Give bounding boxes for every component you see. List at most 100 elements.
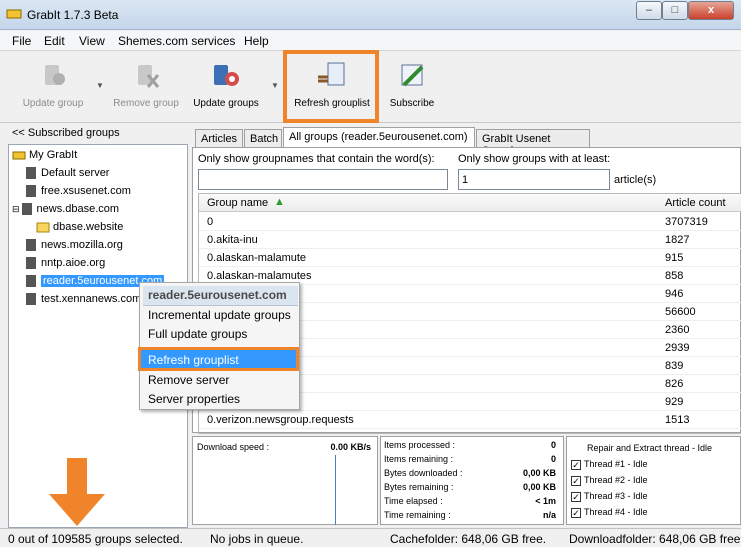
orange-down-arrow-icon [49, 458, 105, 526]
tree-item-group[interactable]: dbase.website [36, 219, 123, 237]
col-article-count[interactable]: Article count [665, 197, 726, 209]
server-icon [26, 185, 36, 198]
download-speed-box: Download speed : 0.00 KB/s [192, 436, 378, 525]
speed-graph-line [335, 455, 336, 525]
status-jobs: No jobs in queue. [210, 532, 304, 546]
subscribe-icon [401, 64, 424, 87]
update-groups-icon [214, 65, 239, 86]
group-name-cell: 0.alaskan-malamutes [207, 270, 312, 282]
server-icon [26, 167, 36, 180]
article-count-cell: 3707319 [665, 216, 708, 228]
thread-row[interactable]: ✓ Thread #2 - Idle [571, 475, 648, 486]
window-title: GrabIt 1.7.3 Beta [27, 8, 119, 22]
sort-ascending-icon: ▲ [274, 196, 285, 208]
menu-shemes-services[interactable]: Shemes.com services [118, 34, 235, 48]
update-groups-button[interactable]: Update groups [190, 59, 262, 109]
thread-row[interactable]: ✓ Thread #1 - Idle [571, 459, 648, 470]
tab-articles[interactable]: Articles [195, 129, 243, 148]
table-row[interactable]: 0.verizon.newsgroup.requests 1513 [199, 411, 741, 429]
tree-item-server[interactable]: news.mozilla.org [24, 237, 123, 255]
menu-refresh-grouplist[interactable]: Refresh grouplist [148, 353, 239, 367]
count-filter-input[interactable] [458, 169, 610, 190]
tab-all-groups[interactable]: All groups (reader.5eurousenet.com) [283, 127, 475, 148]
server-icon [26, 293, 36, 306]
remove-group-icon [138, 65, 160, 88]
status-cachefolder: Cachefolder: 648,06 GB free. [390, 532, 547, 546]
maximize-button[interactable]: □ [662, 1, 688, 20]
subscribe-button[interactable]: Subscribe [386, 59, 438, 109]
tree-item-server[interactable]: Default server [24, 165, 109, 183]
tree-item-server[interactable]: test.xennanews.com [24, 291, 141, 309]
menu-remove-server[interactable]: Remove server [148, 373, 229, 387]
transfer-stats-box: Items processed :0 Items remaining :0 By… [380, 436, 564, 525]
count-filter-label: Only show groups with at least: [458, 153, 611, 165]
update-groups-label: Update groups [193, 98, 259, 109]
remove-group-label: Remove group [113, 98, 179, 109]
remove-group-button[interactable]: Remove group [108, 59, 184, 109]
article-count-cell: 56600 [665, 306, 696, 318]
menu-server-properties[interactable]: Server properties [148, 392, 240, 406]
menu-edit[interactable]: Edit [44, 34, 65, 48]
update-groups-dropdown-icon[interactable]: ▼ [271, 81, 279, 90]
article-count-cell: 946 [665, 288, 684, 300]
stat-items-processed: Items processed :0 [384, 440, 556, 450]
group-name-cell: 0 [207, 216, 214, 228]
menu-bar: File Edit View Shemes.com services Help [0, 31, 741, 51]
context-menu-header: reader.5eurousenet.com [148, 288, 287, 302]
menu-file[interactable]: File [12, 34, 31, 48]
menu-incremental-update[interactable]: Incremental update groups [148, 308, 291, 322]
stat-time-elapsed: Time elapsed : < 1m [384, 496, 556, 506]
close-button[interactable]: x [688, 1, 734, 20]
article-count-cell: 1513 [665, 414, 690, 426]
group-name-cell: 0.akita-inu [207, 234, 258, 246]
repair-thread-title: Repair and Extract thread - Idle [587, 443, 713, 453]
article-count-cell: 2939 [665, 342, 690, 354]
menu-help[interactable]: Help [244, 34, 269, 48]
tree-item-server[interactable]: ⊟ news.dbase.com [12, 201, 119, 219]
group-name-cell: 0.alaskan-malamute [207, 252, 307, 264]
stat-bytes-downloaded: Bytes downloaded :0,00 KB [384, 468, 556, 478]
name-filter-input[interactable] [198, 169, 448, 190]
title-bar: GrabIt 1.7.3 Beta – □ x [0, 0, 741, 30]
thread-row[interactable]: ✓ Thread #3 - Idle [571, 491, 648, 502]
table-row[interactable]: 0.alaskan-malamute 915 [199, 249, 741, 267]
thread-row[interactable]: ✓ Thread #4 - Idle [571, 507, 648, 518]
menu-view[interactable]: View [79, 34, 105, 48]
server-icon [26, 275, 36, 288]
article-count-cell: 1827 [665, 234, 690, 246]
name-filter-label: Only show groupnames that contain the wo… [198, 153, 435, 165]
update-group-dropdown-icon[interactable]: ▼ [96, 81, 104, 90]
table-row[interactable]: 0 3707319 [199, 213, 741, 231]
server-context-menu: reader.5eurousenet.com Incremental updat… [138, 282, 300, 410]
col-group-name[interactable]: Group name [207, 197, 268, 209]
table-row[interactable]: 0.akita-inu 1827 [199, 231, 741, 249]
collapse-icon[interactable]: ⊟ [12, 204, 20, 214]
checkbox-checked-icon: ✓ [571, 459, 581, 470]
group-name-cell: 0.verizon.newsgroup.requests [207, 414, 354, 426]
subscribed-groups-header[interactable]: << Subscribed groups [12, 127, 120, 139]
stat-bytes-remaining: Bytes remaining :0,00 KB [384, 482, 556, 492]
count-filter-suffix: article(s) [614, 174, 657, 186]
status-selection: 0 out of 109585 groups selected. [8, 532, 183, 546]
threads-box: Repair and Extract thread - Idle ✓ Thread… [566, 436, 741, 525]
grabit-logo-icon [6, 9, 22, 19]
menu-full-update[interactable]: Full update groups [148, 327, 247, 341]
tree-item-mygrabit[interactable]: My GrabIt [12, 147, 77, 165]
update-group-button[interactable]: Update group [18, 59, 88, 109]
group-folder-icon [36, 222, 50, 233]
status-downloadfolder: Downloadfolder: 648,06 GB free. [569, 532, 741, 546]
article-count-cell: 858 [665, 270, 684, 282]
minimize-button[interactable]: – [636, 1, 662, 20]
stat-items-remaining: Items remaining :0 [384, 454, 556, 464]
article-count-cell: 915 [665, 252, 684, 264]
tab-grabit-usenet-search[interactable]: GrabIt Usenet Search [476, 129, 590, 157]
stat-time-remaining: Time remaining : n/a [384, 510, 556, 520]
groups-table-header: Group name ▲ Article count [199, 194, 741, 212]
tree-item-server[interactable]: free.xsusenet.com [24, 183, 131, 201]
refresh-grouplist-highlight [283, 50, 379, 123]
article-count-cell: 929 [665, 396, 684, 408]
checkbox-checked-icon: ✓ [571, 507, 581, 518]
download-speed-value: 0.00 KB/s [330, 442, 371, 452]
tab-batch[interactable]: Batch [244, 129, 282, 148]
tree-item-server[interactable]: nntp.aioe.org [24, 255, 105, 273]
